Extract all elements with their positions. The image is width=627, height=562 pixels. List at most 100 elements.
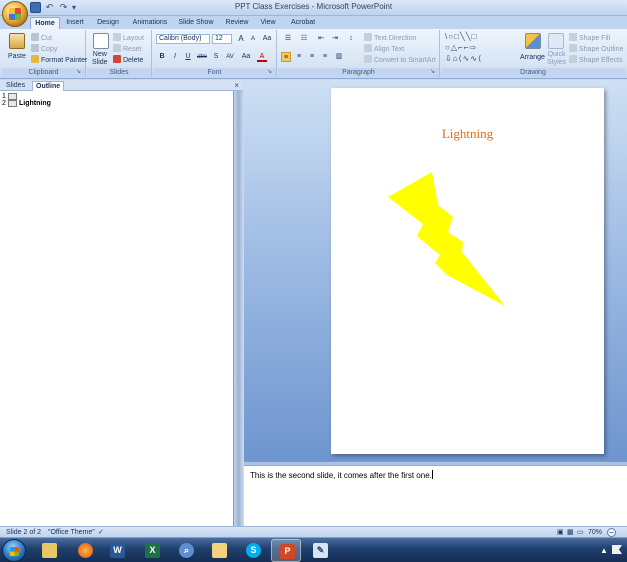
- change-case-button[interactable]: Aa: [239, 52, 253, 62]
- bold-button[interactable]: B: [157, 52, 167, 62]
- layout-button[interactable]: Layout: [113, 33, 144, 43]
- taskbar-word[interactable]: W: [102, 539, 132, 562]
- clear-formatting-button[interactable]: Aa: [261, 34, 273, 44]
- zoom-out-button[interactable]: −: [607, 528, 616, 537]
- quick-styles-label-2: Styles: [547, 59, 567, 66]
- paste-button[interactable]: Paste: [8, 52, 26, 61]
- taskbar-explorer[interactable]: [34, 539, 64, 562]
- tab-insert[interactable]: Insert: [62, 17, 88, 29]
- zoom-level[interactable]: 70%: [588, 528, 602, 537]
- paragraph-launcher-icon[interactable]: ↘: [430, 69, 437, 76]
- action-center-icon[interactable]: [612, 545, 622, 554]
- text-direction-button[interactable]: Text Direction: [364, 33, 416, 43]
- tab-animations[interactable]: Animations: [130, 17, 170, 29]
- taskbar-firefox[interactable]: [70, 539, 100, 562]
- outline-slide-title[interactable]: Lightning: [19, 100, 51, 107]
- align-right-icon[interactable]: ≡: [307, 52, 317, 62]
- notes-text[interactable]: This is the second slide, it comes after…: [250, 470, 433, 480]
- new-slide-button[interactable]: New Slide: [92, 51, 108, 67]
- format-painter-button[interactable]: Format Painter: [31, 55, 87, 65]
- italic-button[interactable]: I: [170, 52, 180, 62]
- slideshow-view-icon[interactable]: ▭: [577, 528, 584, 537]
- taskbar-search[interactable]: ⌕: [171, 539, 201, 562]
- outline-slide-1[interactable]: 1: [2, 93, 19, 100]
- taskbar-folder[interactable]: [204, 539, 234, 562]
- slide-icon: [8, 93, 17, 100]
- tab-slide-show[interactable]: Slide Show: [177, 17, 215, 29]
- tab-view[interactable]: View: [258, 17, 278, 29]
- tab-slides-pane[interactable]: Slides: [3, 81, 28, 91]
- strikethrough-button[interactable]: abe: [195, 52, 209, 62]
- character-spacing-button[interactable]: AV: [223, 52, 237, 62]
- spell-check-icon[interactable]: ✓: [98, 528, 104, 537]
- folder-icon: [212, 543, 227, 558]
- title-bar: ↶ ↷ ▾ PPT Class Exercises - Microsoft Po…: [0, 0, 627, 16]
- show-hidden-icons[interactable]: ▲: [600, 546, 608, 555]
- ribbon: Paste Cut Copy Format Painter Clipboard …: [0, 29, 627, 79]
- columns-icon[interactable]: ▥: [334, 52, 344, 62]
- shape-effects-button[interactable]: Shape Effects: [569, 55, 622, 65]
- word-icon: W: [110, 543, 125, 558]
- shape-outline-button[interactable]: Shape Outline: [569, 44, 623, 54]
- decrease-indent-icon[interactable]: ⇤: [315, 34, 327, 44]
- outline-pane: Slides Outline × 1 2 Lightning: [0, 80, 243, 526]
- outline-pane-splitter[interactable]: [233, 91, 243, 526]
- slide-sorter-icon[interactable]: ▦: [567, 528, 574, 537]
- text-shadow-button[interactable]: S: [211, 52, 221, 62]
- text-direction-icon: [364, 33, 372, 41]
- office-button[interactable]: [2, 1, 28, 27]
- shapes-gallery-row-1[interactable]: \○□╲╲□: [445, 32, 477, 41]
- taskbar-skype[interactable]: S: [238, 539, 268, 562]
- font-color-button[interactable]: A: [257, 52, 267, 62]
- convert-smartart-button[interactable]: Convert to SmartArt: [364, 55, 436, 65]
- tab-design[interactable]: Design: [94, 17, 122, 29]
- taskbar-excel[interactable]: X: [137, 539, 167, 562]
- bullets-icon[interactable]: ☰: [281, 34, 295, 44]
- powerpoint-icon: P: [280, 544, 295, 559]
- grow-font-button[interactable]: A: [236, 34, 246, 44]
- arrange-button[interactable]: Arrange: [520, 53, 545, 62]
- start-button[interactable]: [2, 539, 26, 562]
- copy-icon: [31, 44, 39, 52]
- taskbar-paint[interactable]: ✎: [305, 539, 335, 562]
- reset-button[interactable]: Reset: [113, 44, 141, 54]
- normal-view-icon[interactable]: ▣: [557, 528, 564, 537]
- paste-icon: [9, 33, 25, 49]
- increase-indent-icon[interactable]: ⇥: [329, 34, 341, 44]
- taskbar-powerpoint[interactable]: P: [271, 539, 301, 562]
- underline-button[interactable]: U: [183, 52, 193, 62]
- slide-title[interactable]: Lightning: [331, 126, 604, 142]
- align-left-icon[interactable]: ≡: [281, 52, 291, 62]
- delete-button[interactable]: Delete: [113, 55, 143, 65]
- clipboard-group: Paste Cut Copy Format Painter Clipboard …: [2, 30, 87, 77]
- align-center-icon[interactable]: ≡: [294, 52, 304, 62]
- copy-button[interactable]: Copy: [31, 44, 57, 54]
- align-text-button[interactable]: Align Text: [364, 44, 404, 54]
- drawing-group: \○□╲╲□ ○△⌐⌐⇨ ⇩⌂⟨∿∿⟨ Arrange Quick Styles …: [441, 30, 625, 77]
- clipboard-launcher-icon[interactable]: ↘: [76, 69, 83, 76]
- line-spacing-icon[interactable]: ↕: [344, 34, 358, 44]
- tab-home[interactable]: Home: [30, 17, 60, 29]
- notes-pane[interactable]: This is the second slide, it comes after…: [244, 465, 627, 526]
- quick-styles-button[interactable]: Quick Styles: [547, 51, 566, 67]
- shapes-gallery-row-2[interactable]: ○△⌐⌐⇨: [445, 43, 477, 52]
- tab-outline-pane[interactable]: Outline: [32, 81, 65, 91]
- slide-canvas[interactable]: Lightning: [331, 88, 604, 454]
- font-launcher-icon[interactable]: ↘: [267, 69, 274, 76]
- pane-tabs: Slides Outline ×: [0, 80, 243, 91]
- cut-button[interactable]: Cut: [31, 33, 52, 43]
- lightning-bolt-shape[interactable]: [388, 172, 506, 306]
- font-name-field[interactable]: Calibri (Body): [156, 34, 210, 44]
- reset-icon: [113, 44, 121, 52]
- new-slide-label-2: Slide: [92, 59, 108, 66]
- shrink-font-button[interactable]: A: [248, 34, 258, 44]
- justify-icon[interactable]: ≡: [320, 52, 330, 62]
- tab-acrobat[interactable]: Acrobat: [288, 17, 318, 29]
- shape-fill-button[interactable]: Shape Fill: [569, 33, 610, 43]
- outline-slide-2[interactable]: 2 Lightning: [2, 100, 51, 107]
- close-pane-icon[interactable]: ×: [234, 80, 239, 91]
- font-size-field[interactable]: 12: [212, 34, 232, 44]
- shapes-gallery-row-3[interactable]: ⇩⌂⟨∿∿⟨: [445, 54, 482, 63]
- numbering-icon[interactable]: ☷: [297, 34, 311, 44]
- tab-review[interactable]: Review: [224, 17, 250, 29]
